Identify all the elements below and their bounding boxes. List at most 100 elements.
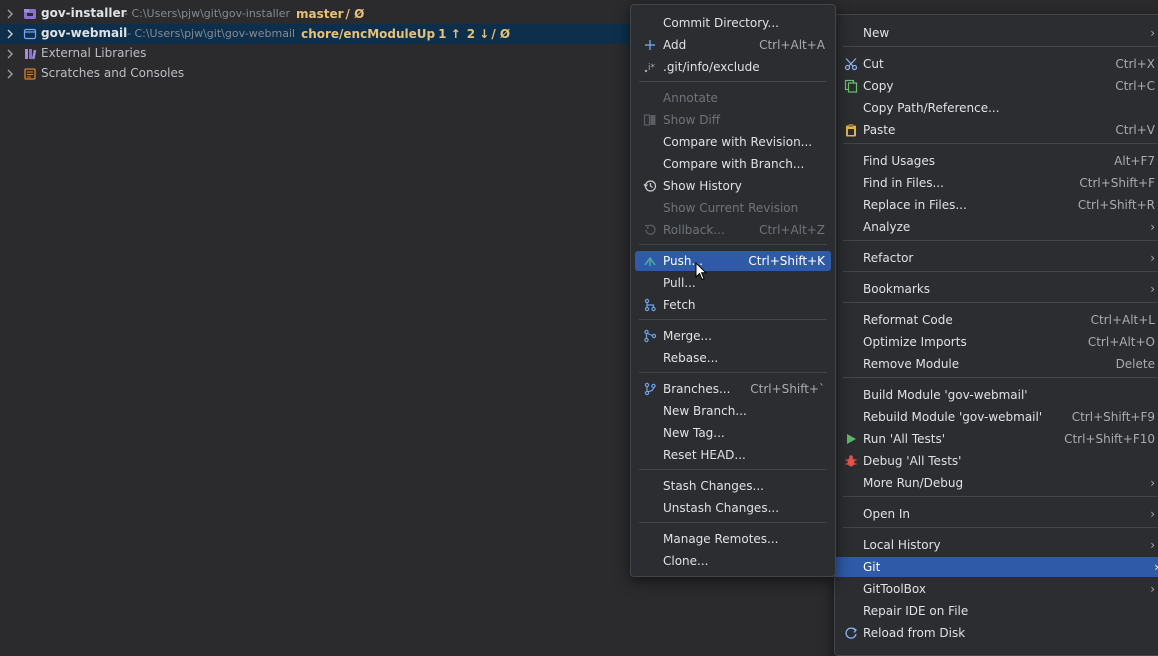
menu-item-merge[interactable]: Merge...	[635, 326, 831, 346]
module-folder-icon	[23, 7, 37, 21]
submenu-arrow-icon: ›	[1150, 251, 1155, 265]
rollback-icon	[643, 223, 657, 237]
module-folder-icon	[23, 27, 37, 41]
menu-item-new-branch[interactable]: New Branch...	[635, 401, 831, 421]
submenu-arrow-icon: ›	[1150, 582, 1155, 596]
menu-item-rebuild-module[interactable]: Rebuild Module 'gov-webmail' Ctrl+Shift+F…	[839, 407, 1158, 427]
mouse-cursor-icon	[695, 261, 708, 281]
menu-item-analyze[interactable]: Analyze ›	[839, 217, 1158, 237]
menu-item-compare-branch[interactable]: Compare with Branch...	[635, 154, 831, 174]
submenu-arrow-icon: ›	[1150, 538, 1155, 552]
fetch-icon	[643, 298, 657, 312]
menu-item-annotate[interactable]: Annotate	[635, 88, 831, 108]
menu-item-reload-from-disk[interactable]: Reload from Disk	[839, 623, 1158, 643]
history-icon	[643, 179, 657, 193]
git-ignore-icon: i*	[643, 60, 657, 74]
branch-name: master	[295, 7, 344, 21]
menu-item-debug-tests[interactable]: Debug 'All Tests'	[839, 451, 1158, 471]
menu-item-manage-remotes[interactable]: Manage Remotes...	[635, 529, 831, 549]
run-icon	[844, 432, 858, 446]
menu-item-local-history[interactable]: Local History ›	[839, 535, 1158, 555]
menu-item-stash-changes[interactable]: Stash Changes...	[635, 476, 831, 496]
plus-icon	[643, 38, 657, 52]
scratches-icon	[23, 67, 37, 81]
menu-item-show-current-revision[interactable]: Show Current Revision	[635, 198, 831, 218]
menu-item-more-run-debug[interactable]: More Run/Debug ›	[839, 473, 1158, 493]
menu-item-compare-revision[interactable]: Compare with Revision...	[635, 132, 831, 152]
tree-row-external-libraries[interactable]: External Libraries	[0, 44, 640, 64]
sync-status: / Ø	[491, 27, 511, 41]
menu-item-show-history[interactable]: Show History	[635, 176, 831, 196]
project-tree: gov-installer - C:\Users\pjw\git\gov-ins…	[0, 0, 660, 633]
menu-item-fetch[interactable]: Fetch	[635, 295, 831, 315]
menu-item-commit-directory[interactable]: Commit Directory...	[635, 13, 831, 33]
menu-item-bookmarks[interactable]: Bookmarks ›	[839, 279, 1158, 299]
copy-icon	[844, 79, 858, 93]
menu-item-build-module[interactable]: Build Module 'gov-webmail'	[839, 385, 1158, 405]
menu-item-show-diff[interactable]: Show Diff	[635, 110, 831, 130]
push-icon	[643, 254, 657, 268]
branch-name: chore/encModuleUp	[301, 27, 436, 41]
diff-icon	[643, 113, 657, 127]
submenu-arrow-icon: ›	[1154, 560, 1158, 574]
menu-item-find-usages[interactable]: Find Usages Alt+F7	[839, 151, 1158, 171]
submenu-arrow-icon: ›	[1150, 476, 1155, 490]
menu-item-copy-path[interactable]: Copy Path/Reference...	[839, 98, 1158, 118]
submenu-arrow-icon: ›	[1150, 282, 1155, 296]
sync-status: / Ø	[345, 7, 365, 21]
tree-row-gov-installer[interactable]: gov-installer - C:\Users\pjw\git\gov-ins…	[0, 4, 640, 24]
menu-item-copy[interactable]: Copy Ctrl+C	[839, 76, 1158, 96]
menu-item-add[interactable]: Add Ctrl+Alt+A	[635, 35, 831, 55]
menu-item-optimize-imports[interactable]: Optimize Imports Ctrl+Alt+O	[839, 332, 1158, 352]
module-name: gov-webmail	[41, 26, 128, 40]
library-icon	[23, 47, 37, 61]
module-name: gov-installer	[41, 6, 127, 20]
tree-row-gov-webmail[interactable]: gov-webmail - C:\Users\pjw\git\gov-webma…	[0, 24, 640, 44]
menu-item-reformat-code[interactable]: Reformat Code Ctrl+Alt+L	[839, 310, 1158, 330]
behind-count: 2 ↓	[466, 27, 490, 41]
menu-item-rebase[interactable]: Rebase...	[635, 348, 831, 368]
project-context-menu: New › Cut Ctrl+X Copy Ctrl+C Copy Path/Refe…	[834, 14, 1158, 656]
svg-text:i*: i*	[648, 63, 656, 73]
menu-item-run-tests[interactable]: Run 'All Tests' Ctrl+Shift+F10	[839, 429, 1158, 449]
menu-item-cut[interactable]: Cut Ctrl+X	[839, 54, 1158, 74]
module-path: - C:\Users\pjw\git\gov-webmail	[127, 27, 296, 40]
module-path: - C:\Users\pjw\git\gov-installer	[124, 7, 290, 20]
menu-item-gittoolbox[interactable]: GitToolBox ›	[839, 579, 1158, 599]
menu-item-new[interactable]: New ›	[839, 23, 1158, 43]
submenu-arrow-icon: ›	[1150, 220, 1155, 234]
menu-item-open-in[interactable]: Open In ›	[839, 504, 1158, 524]
submenu-arrow-icon: ›	[1150, 26, 1155, 40]
submenu-arrow-icon: ›	[1150, 507, 1155, 521]
menu-item-find-in-files[interactable]: Find in Files... Ctrl+Shift+F	[839, 173, 1158, 193]
menu-item-remove-module[interactable]: Remove Module Delete	[839, 354, 1158, 374]
menu-item-reset-head[interactable]: Reset HEAD...	[635, 445, 831, 465]
menu-item-git[interactable]: Git›	[835, 557, 1158, 577]
scissors-icon	[844, 57, 858, 71]
reload-icon	[844, 626, 858, 640]
ahead-count: 1 ↑	[438, 27, 461, 41]
debug-icon	[844, 454, 858, 468]
clipboard-icon	[844, 123, 858, 137]
menu-item-pull[interactable]: Pull...	[635, 273, 831, 293]
merge-icon	[643, 329, 657, 343]
menu-item-git-exclude[interactable]: i* .git/info/exclude	[635, 57, 831, 77]
menu-item-push[interactable]: Push... Ctrl+Shift+K	[635, 251, 831, 271]
git-submenu: Commit Directory... Add Ctrl+Alt+A i* .gi…	[630, 4, 836, 577]
tree-row-scratches[interactable]: Scratches and Consoles	[0, 64, 640, 84]
menu-item-refactor[interactable]: Refactor ›	[839, 248, 1158, 268]
menu-item-branches[interactable]: Branches... Ctrl+Shift+`	[635, 379, 831, 399]
tree-label: External Libraries	[41, 46, 147, 60]
chevron-right-icon[interactable]	[4, 48, 16, 60]
menu-item-unstash-changes[interactable]: Unstash Changes...	[635, 498, 831, 518]
menu-item-clone[interactable]: Clone...	[635, 551, 831, 571]
chevron-right-icon[interactable]	[4, 68, 16, 80]
tree-label: Scratches and Consoles	[41, 66, 185, 80]
menu-item-repair-ide[interactable]: Repair IDE on File	[839, 601, 1158, 621]
menu-item-replace-in-files[interactable]: Replace in Files... Ctrl+Shift+R	[839, 195, 1158, 215]
chevron-right-icon[interactable]	[4, 8, 16, 20]
menu-item-rollback[interactable]: Rollback... Ctrl+Alt+Z	[635, 220, 831, 240]
chevron-right-icon[interactable]	[4, 28, 16, 40]
menu-item-paste[interactable]: Paste Ctrl+V	[839, 120, 1158, 140]
menu-item-new-tag[interactable]: New Tag...	[635, 423, 831, 443]
